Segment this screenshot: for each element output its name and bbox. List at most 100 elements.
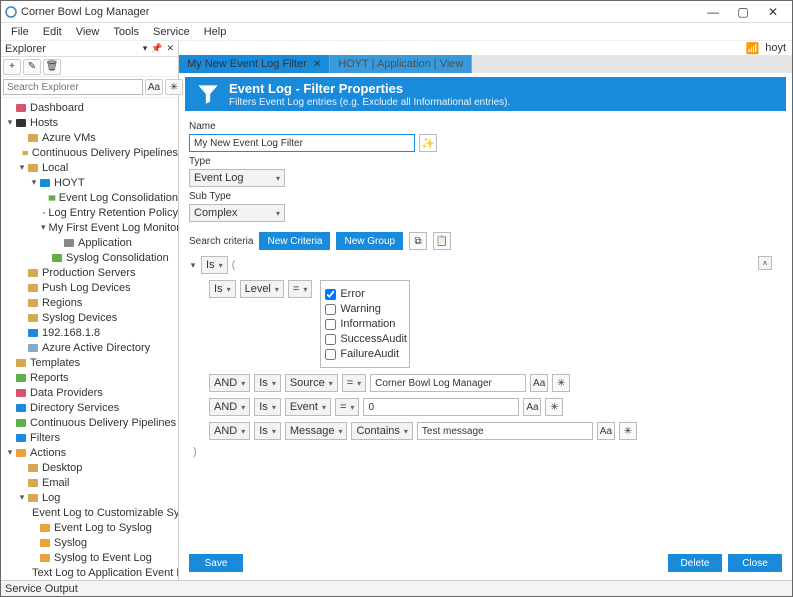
level-checkbox[interactable] [325, 289, 336, 300]
window-minimize[interactable]: — [698, 2, 728, 22]
copy-icon[interactable]: ⧉ [409, 232, 427, 250]
regex-toggle[interactable]: ✳ [552, 374, 570, 392]
case-button[interactable]: Aa [145, 79, 163, 95]
menu-edit[interactable]: Edit [37, 25, 68, 39]
level-option[interactable]: FailureAudit [325, 348, 405, 360]
message-bool-select[interactable]: AND [209, 422, 250, 440]
tree-item[interactable]: 192.168.1.8 [1, 325, 178, 340]
new-criteria-button[interactable]: New Criteria [259, 232, 330, 250]
tree-item[interactable]: ▾Local [1, 160, 178, 175]
message-field-select[interactable]: Message [285, 422, 348, 440]
tab[interactable]: My New Event Log Filter✕ [179, 55, 330, 73]
source-field-select[interactable]: Source [285, 374, 338, 392]
menu-view[interactable]: View [70, 25, 106, 39]
root-op-select[interactable]: Is [201, 256, 228, 274]
event-field-select[interactable]: Event [285, 398, 331, 416]
delete-button[interactable]: Delete [668, 554, 722, 572]
save-button[interactable]: Save [189, 554, 243, 572]
source-value-input[interactable] [370, 374, 526, 392]
tree-item[interactable]: Event Log to Syslog [1, 520, 178, 535]
menu-help[interactable]: Help [198, 25, 233, 39]
level-checkbox[interactable] [325, 334, 336, 345]
tab-close-icon[interactable]: ✕ [313, 59, 321, 70]
expand-icon[interactable]: ▾ [29, 177, 39, 188]
message-cmp-select[interactable]: Contains [351, 422, 412, 440]
explorer-close-icon[interactable]: ✕ [166, 43, 174, 54]
tab[interactable]: HOYT | Application | View [330, 55, 472, 73]
expand-icon[interactable]: ▾ [5, 447, 15, 458]
case-toggle[interactable]: Aa [597, 422, 615, 440]
autogenerate-icon[interactable]: ✨ [419, 134, 437, 152]
new-group-button[interactable]: New Group [336, 232, 403, 250]
window-maximize[interactable]: ▢ [728, 2, 758, 22]
source-bool-select[interactable]: AND [209, 374, 250, 392]
tree-item[interactable]: Dashboard [1, 100, 178, 115]
tree-item[interactable]: Event Log to Customizable Syslog [1, 505, 178, 520]
explorer-dropdown-icon[interactable]: ▾ [143, 43, 148, 54]
case-toggle[interactable]: Aa [523, 398, 541, 416]
menu-service[interactable]: Service [147, 25, 196, 39]
subtype-select[interactable]: Complex [189, 204, 285, 222]
tree-item[interactable]: Continuous Delivery Pipelines [1, 145, 178, 160]
tree-item[interactable]: Text Log to Application Event Log [1, 565, 178, 580]
scroll-up-icon[interactable]: ˄ [758, 256, 772, 270]
tree-item[interactable]: Email [1, 475, 178, 490]
tree-item[interactable]: Syslog to Event Log [1, 550, 178, 565]
tree-item[interactable]: Directory Services [1, 400, 178, 415]
expand-icon[interactable]: ▾ [41, 222, 46, 233]
expand-icon[interactable]: ▾ [5, 117, 15, 128]
search-input[interactable] [3, 79, 143, 95]
level-cmp-select[interactable]: = [288, 280, 312, 298]
tree-item[interactable]: ▾Actions [1, 445, 178, 460]
tree-item[interactable]: Syslog Consolidation [1, 250, 178, 265]
tree-item[interactable]: Production Servers [1, 265, 178, 280]
tree-item[interactable]: Data Providers [1, 385, 178, 400]
tree-item[interactable]: Templates [1, 355, 178, 370]
level-option[interactable]: Warning [325, 303, 405, 315]
level-option[interactable]: Information [325, 318, 405, 330]
level-checkbox[interactable] [325, 319, 336, 330]
level-field-select[interactable]: Level [240, 280, 284, 298]
tree-item[interactable]: ▾Hosts [1, 115, 178, 130]
tree-item[interactable]: Desktop [1, 460, 178, 475]
tree-item[interactable]: Continuous Delivery Pipelines [1, 415, 178, 430]
expand-icon[interactable]: ▾ [17, 162, 27, 173]
level-checkbox[interactable] [325, 304, 336, 315]
tree-item[interactable]: Syslog Devices [1, 310, 178, 325]
event-cmp-select[interactable]: = [335, 398, 359, 416]
tree-item[interactable]: Reports [1, 370, 178, 385]
tree-item[interactable]: Syslog [1, 535, 178, 550]
add-button[interactable]: + [3, 59, 21, 75]
tree-item[interactable]: Azure Active Directory [1, 340, 178, 355]
tree-item[interactable]: ▾HOYT [1, 175, 178, 190]
message-op-select[interactable]: Is [254, 422, 281, 440]
tree-item[interactable]: Filters [1, 430, 178, 445]
tree-item[interactable]: Regions [1, 295, 178, 310]
delete-button[interactable]: 🗑 [43, 59, 61, 75]
group-toggle[interactable]: ▾ [189, 260, 197, 271]
event-op-select[interactable]: Is [254, 398, 281, 416]
case-toggle[interactable]: Aa [530, 374, 548, 392]
menu-file[interactable]: File [5, 25, 35, 39]
source-cmp-select[interactable]: = [342, 374, 366, 392]
level-option[interactable]: SuccessAudit [325, 333, 405, 345]
level-checkbox[interactable] [325, 349, 336, 360]
tree-item[interactable]: Application [1, 235, 178, 250]
level-op-select[interactable]: Is [209, 280, 236, 298]
paste-icon[interactable]: 📋 [433, 232, 451, 250]
tree-item[interactable]: ▾My First Event Log Monitor [1, 220, 178, 235]
pin-icon[interactable]: 📌 [151, 43, 162, 54]
type-select[interactable]: Event Log [189, 169, 285, 187]
tree-item[interactable]: Push Log Devices [1, 280, 178, 295]
close-button[interactable]: Close [728, 554, 782, 572]
window-close[interactable]: ✕ [758, 2, 788, 22]
source-op-select[interactable]: Is [254, 374, 281, 392]
tree-item[interactable]: Event Log Consolidation [1, 190, 178, 205]
level-option[interactable]: Error [325, 288, 405, 300]
edit-button[interactable]: ✎ [23, 59, 41, 75]
event-value-input[interactable] [363, 398, 519, 416]
event-bool-select[interactable]: AND [209, 398, 250, 416]
menu-tools[interactable]: Tools [107, 25, 145, 39]
regex-toggle[interactable]: ✳ [619, 422, 637, 440]
tree-item[interactable]: Azure VMs [1, 130, 178, 145]
